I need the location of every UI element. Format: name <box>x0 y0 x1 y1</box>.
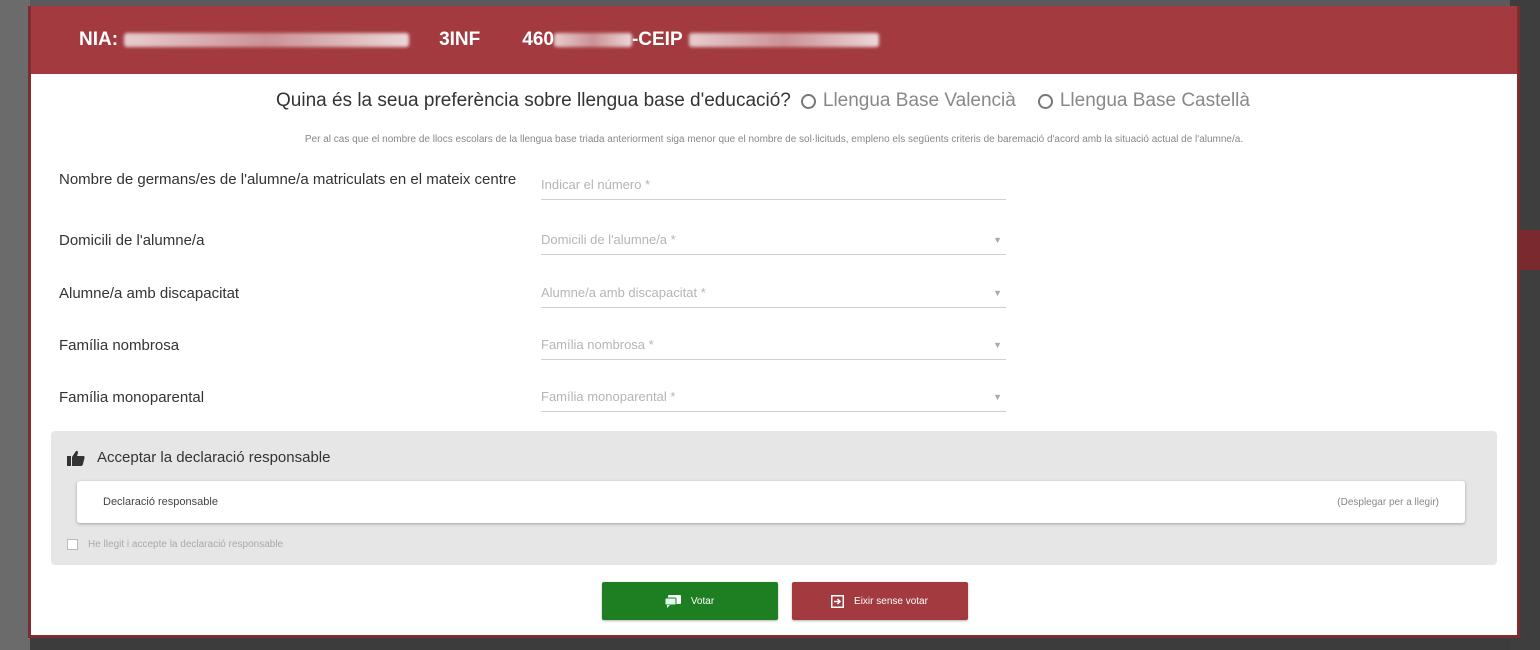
center-type: -CEIP <box>631 29 683 50</box>
declaration-section: Acceptar la declaració responsable Decla… <box>51 431 1497 565</box>
modal-header: NIA: 3INF 460 -CEIP <box>31 6 1517 74</box>
criteria-note: Per al cas que el nombre de llocs escola… <box>304 134 1244 145</box>
field-disability: Alumne/a amb discapacitat Alumne/a amb d… <box>59 284 1009 308</box>
exit-icon <box>831 594 845 608</box>
exit-without-voting-button[interactable]: Eixir sense votar <box>791 582 968 620</box>
field-single-parent-label: Família monoparental <box>59 389 205 406</box>
field-siblings-label: Nombre de germans/es de l'alumne/a matri… <box>59 171 517 188</box>
vote-modal: NIA: 3INF 460 -CEIP Quina és la seua pre… <box>28 6 1520 638</box>
field-large-family-label: Família nombrosa <box>59 337 180 354</box>
large-family-select[interactable]: Família nombrosa * ▼ <box>541 330 1006 360</box>
accept-checkbox-row: He llegit i accepte la declaració respon… <box>67 539 283 550</box>
caret-down-icon: ▼ <box>993 287 1002 298</box>
large-family-placeholder: Família nombrosa * <box>541 337 654 352</box>
vote-button[interactable]: Votar <box>601 582 778 620</box>
radio-circle-icon[interactable] <box>800 93 816 109</box>
declaration-panel-label: Declaració responsable <box>103 496 218 508</box>
address-placeholder: Domicili de l'alumne/a * <box>541 232 676 247</box>
address-select[interactable]: Domicili de l'alumne/a * ▼ <box>541 225 1006 255</box>
center-code-prefix: 460 <box>522 29 554 50</box>
siblings-input[interactable]: Indicar el número * <box>541 170 1006 200</box>
disability-select[interactable]: Alumne/a amb discapacitat * ▼ <box>541 278 1006 308</box>
radio-castilian-label: Llengua Base Castellà <box>1059 90 1250 111</box>
accept-checkbox[interactable] <box>67 539 78 550</box>
radio-valencian[interactable]: Llengua Base Valencià <box>800 90 1016 112</box>
caret-down-icon: ▼ <box>993 391 1002 402</box>
single-parent-placeholder: Família monoparental * <box>541 389 676 404</box>
exit-button-label: Eixir sense votar <box>854 595 928 607</box>
language-preference-row: Quina és la seua preferència sobre lleng… <box>31 90 1517 112</box>
field-single-parent: Família monoparental Família monoparenta… <box>59 388 1009 412</box>
field-address: Domicili de l'alumne/a Domicili de l'alu… <box>59 231 1009 255</box>
declaration-title-row: Acceptar la declaració responsable <box>67 449 330 466</box>
field-siblings: Nombre de germans/es de l'alumne/a matri… <box>59 170 1009 200</box>
course-label: 3INF <box>439 29 481 50</box>
caret-down-icon: ▼ <box>993 234 1002 245</box>
accept-checkbox-label: He llegit i accepte la declaració respon… <box>88 539 284 550</box>
declaration-expand-panel[interactable]: Declaració responsable (Desplegar per a … <box>77 481 1465 523</box>
redacted-student-name <box>124 33 410 47</box>
disability-placeholder: Alumne/a amb discapacitat * <box>541 285 706 300</box>
backdrop-left <box>0 0 30 650</box>
nia-label: NIA: <box>79 29 119 50</box>
field-address-label: Domicili de l'alumne/a <box>59 232 205 249</box>
radio-castilian[interactable]: Llengua Base Castellà <box>1037 90 1250 112</box>
redacted-center-code <box>553 33 632 47</box>
radio-valencian-label: Llengua Base Valencià <box>822 90 1016 111</box>
field-large-family: Família nombrosa Família nombrosa * ▼ <box>59 336 1009 360</box>
declaration-title: Acceptar la declaració responsable <box>97 449 331 466</box>
thumbs-up-icon <box>67 450 85 466</box>
radio-circle-icon[interactable] <box>1037 93 1053 109</box>
redacted-center-name <box>688 33 879 47</box>
field-disability-label: Alumne/a amb discapacitat <box>59 285 240 302</box>
caret-down-icon: ▼ <box>993 339 1002 350</box>
siblings-placeholder: Indicar el número * <box>541 177 651 192</box>
vote-button-label: Votar <box>690 595 715 607</box>
single-parent-select[interactable]: Família monoparental * ▼ <box>541 382 1006 412</box>
modal-actions: Votar Eixir sense votar <box>31 582 1517 620</box>
language-question: Quina és la seua preferència sobre lleng… <box>276 90 791 111</box>
vote-chat-icon <box>664 594 681 608</box>
declaration-expand-hint: (Desplegar per a llegir) <box>1337 496 1439 508</box>
